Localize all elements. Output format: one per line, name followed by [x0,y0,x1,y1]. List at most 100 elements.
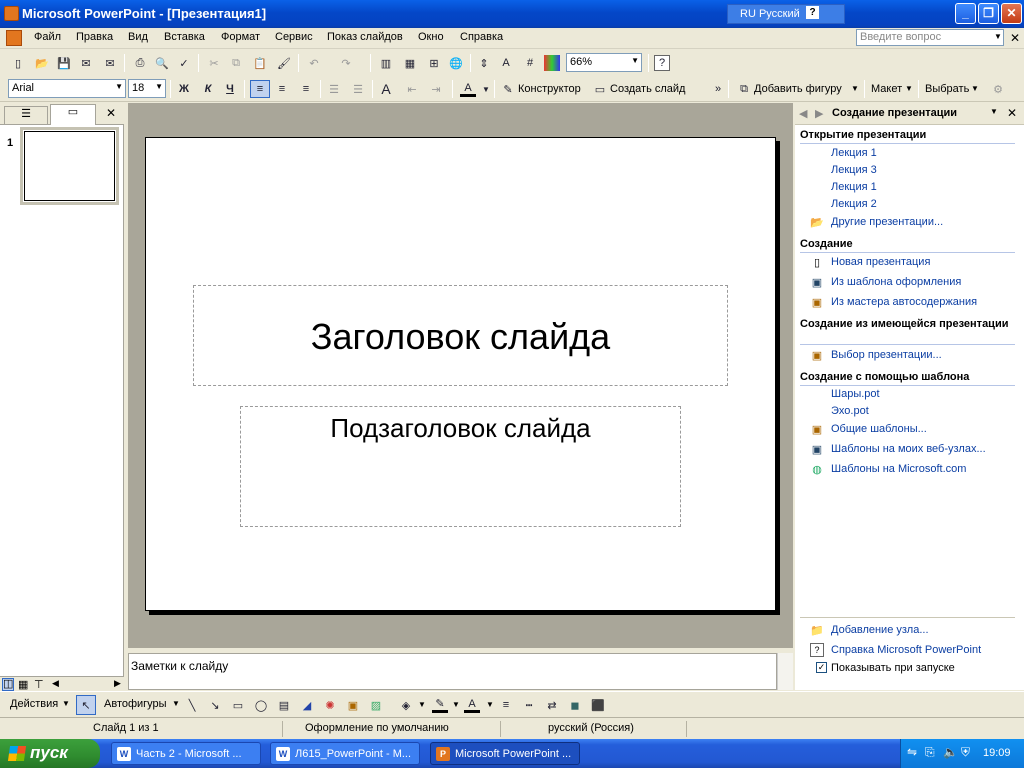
designer-button[interactable]: Конструктор [518,83,581,95]
add-shape-button[interactable]: Добавить фигуру [754,83,842,95]
taskbar-item-word-1[interactable]: W Часть 2 - Microsoft ... [111,742,261,765]
shadow-icon[interactable]: ◼ [567,697,583,713]
text-color-dropdown-icon[interactable]: ▼ [486,700,494,709]
italic-button[interactable]: К [200,81,216,97]
bold-button[interactable]: Ж [176,81,192,97]
diagram-icon[interactable]: ✺ [322,697,338,713]
designer-icon[interactable]: ✎ [500,81,516,97]
taskbar-item-word-2[interactable]: W Л615_PowerPoint - M... [270,742,420,765]
decrease-indent-icon[interactable]: ⇤ [404,81,420,97]
dash-style-icon[interactable]: ┅ [521,697,537,713]
numbering-icon[interactable]: ☰ [326,81,342,97]
notes-field[interactable]: Заметки к слайду [128,653,777,690]
arrow-style-icon[interactable]: ⇄ [544,697,560,713]
hyperlink-icon[interactable]: 🌐 [448,55,464,71]
tray-icon-network[interactable]: ⇋ [907,745,917,759]
powerpoint-help-link[interactable]: Справка Microsoft PowerPoint [831,644,981,656]
language-help-icon[interactable]: ? [806,6,819,19]
slideshow-view-icon[interactable]: ⊤ [34,678,44,691]
more-presentations-link[interactable]: Другие презентации... [831,216,943,228]
paste-icon[interactable]: 📋 [252,55,268,71]
menu-tools[interactable]: Сервис [275,31,313,43]
outline-tab-icon[interactable]: ☰ [4,106,48,125]
copy-icon[interactable]: ⧉ [228,55,244,71]
recent-file-link[interactable]: Лекция 3 [831,164,877,176]
layout-button[interactable]: Макет [871,83,902,95]
menu-help[interactable]: Справка [460,31,503,43]
color-grayscale-icon[interactable] [544,55,560,71]
notes-scrollbar[interactable] [777,653,793,690]
show-formatting-icon[interactable]: A [498,55,514,71]
close-document-icon[interactable]: ✕ [1010,31,1020,45]
clock[interactable]: 19:09 [983,747,1011,759]
slide-canvas[interactable]: Заголовок слайда Подзаголовок слайда [145,137,776,611]
new-icon[interactable]: ▯ [10,55,26,71]
grid-icon[interactable]: # [522,55,538,71]
start-button[interactable]: пуск [0,739,100,768]
help-icon[interactable]: ? [654,55,670,71]
close-pane-icon[interactable]: ✕ [106,106,116,120]
expand-all-icon[interactable]: ⇕ [476,55,492,71]
minimize-button[interactable]: _ [955,3,976,24]
save-icon[interactable]: 💾 [56,55,72,71]
increase-indent-icon[interactable]: ⇥ [428,81,444,97]
document-icon[interactable] [6,30,22,46]
menu-view[interactable]: Вид [128,31,148,43]
menu-insert[interactable]: Вставка [164,31,205,43]
text-color-icon[interactable]: A [464,697,480,713]
select-pointer-icon[interactable]: ↖ [76,695,96,715]
menu-file[interactable]: Файл [34,31,61,43]
from-design-template-link[interactable]: Из шаблона оформления [831,276,961,288]
font-color-icon[interactable]: A [460,81,476,97]
recent-file-link[interactable]: Лекция 2 [831,198,877,210]
restore-button[interactable]: ❐ [978,3,999,24]
wordart-icon[interactable]: ◢ [299,697,315,713]
align-center-icon[interactable]: ≡ [274,81,290,97]
web-templates-link[interactable]: Шаблоны на моих веб-узлах... [831,443,986,455]
task-pane-close-icon[interactable]: ✕ [1007,106,1017,120]
normal-view-icon[interactable]: ◫ [2,678,15,691]
bullets-icon[interactable]: ☰ [350,81,366,97]
increase-font-icon[interactable]: A [378,81,394,97]
underline-button[interactable]: Ч [222,81,238,97]
tray-icon-security[interactable]: ⛨ [961,745,970,760]
oval-icon[interactable]: ◯ [253,697,269,713]
clipart-icon[interactable]: ▣ [345,697,361,713]
scroll-right-icon[interactable]: ▶ [114,678,121,689]
rectangle-icon[interactable]: ▭ [230,697,246,713]
new-presentation-link[interactable]: Новая презентация [831,256,930,268]
print-icon[interactable]: ⎙ [132,55,148,71]
font-size-select[interactable]: 18 ▼ [128,79,166,98]
tray-icon-usb[interactable]: ⎘ [925,745,935,760]
show-at-startup-checkbox[interactable]: ✓ [816,662,827,673]
autoshapes-menu[interactable]: Автофигуры [104,698,167,710]
subtitle-placeholder[interactable]: Подзаголовок слайда [240,406,681,527]
email-icon[interactable]: ✉ [102,55,118,71]
menu-slideshow[interactable]: Показ слайдов [327,31,403,43]
back-arrow-icon[interactable]: ◀ [799,107,807,120]
format-painter-icon[interactable]: 🖌 [276,55,292,71]
title-placeholder[interactable]: Заголовок слайда [193,285,728,386]
sorter-view-icon[interactable]: ▦ [18,678,28,691]
slide-thumbnail[interactable] [20,127,119,205]
powerpoint-app-icon[interactable] [4,6,19,21]
actions-menu[interactable]: Действия [10,698,58,710]
tray-icon-volume[interactable]: 🔈 [943,745,958,759]
textbox-icon[interactable]: ▤ [276,697,292,713]
recent-file-link[interactable]: Лекция 1 [831,181,877,193]
redo-icon[interactable]: ↷ [338,55,354,71]
org-chart-icon[interactable]: ⧉ [736,81,752,97]
permission-icon[interactable]: ✉ [78,55,94,71]
zoom-select[interactable]: 66% ▼ [566,53,642,72]
taskbar-item-powerpoint[interactable]: P Microsoft PowerPoint ... [430,742,580,765]
help-search-input[interactable]: Введите вопрос [856,29,1004,46]
help-dropdown-icon[interactable]: ▼ [994,32,1002,41]
slides-tab-icon[interactable]: ▭ [50,104,96,125]
preview-icon[interactable]: 🔍 [154,55,170,71]
new-slide-icon[interactable]: ▭ [592,81,608,97]
menu-window[interactable]: Окно [418,31,444,43]
language-indicator[interactable]: RU Русский [727,4,845,24]
microsoft-templates-link[interactable]: Шаблоны на Microsoft.com [831,463,966,475]
insert-chart-icon[interactable]: ▥ [378,55,394,71]
choose-presentation-link[interactable]: Выбор презентации... [831,349,942,361]
